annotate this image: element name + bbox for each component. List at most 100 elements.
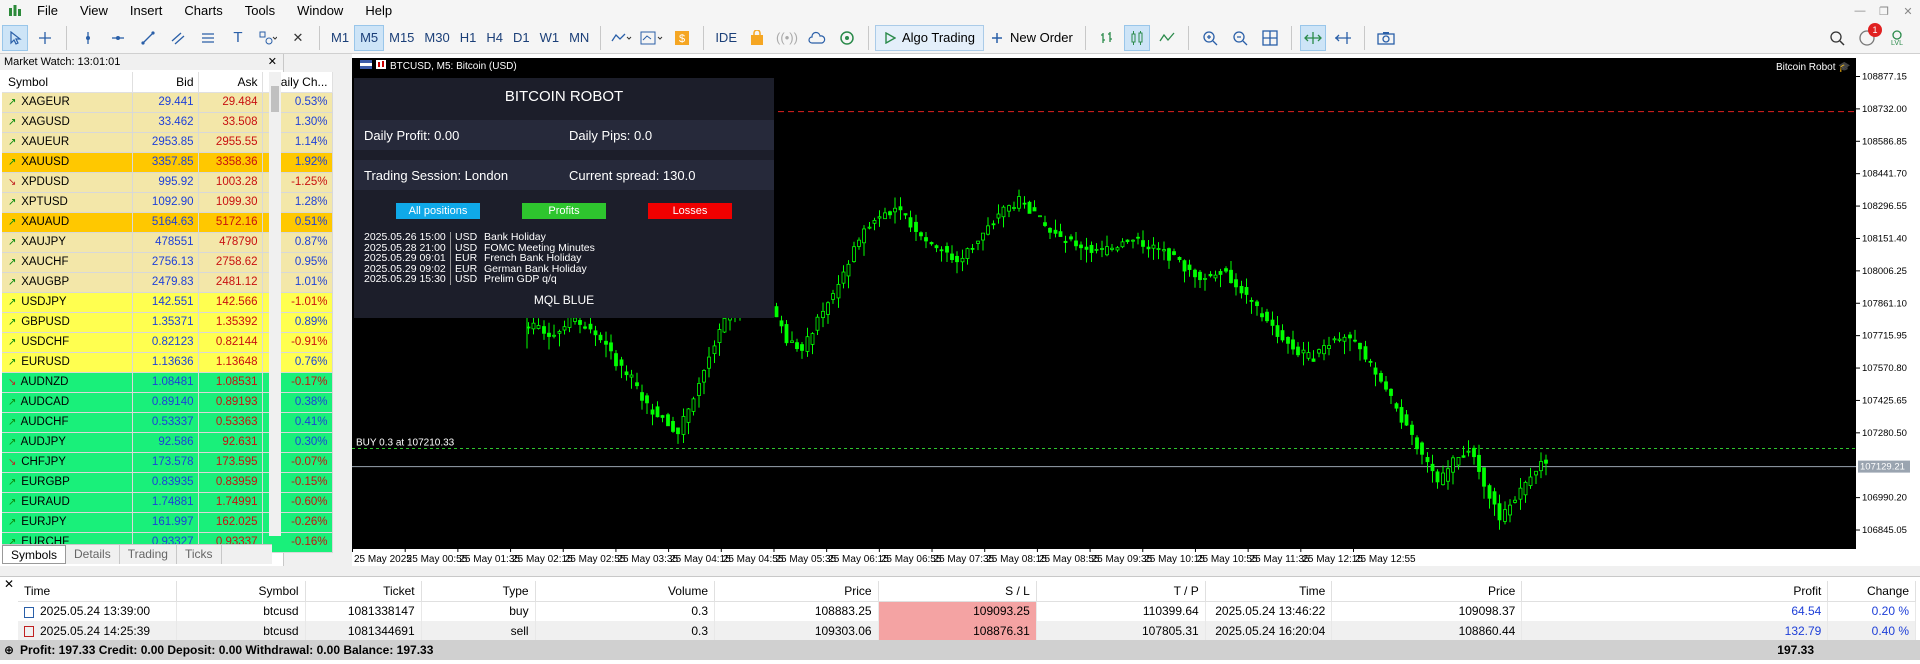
close-icon[interactable]: ✕ [268, 54, 277, 70]
symbol-row[interactable]: ↘ CHFJPY 173.578 173.595 -0.07% [2, 452, 333, 473]
symbol-row[interactable]: ↗ EURJPY 161.997 162.025 -0.26% [2, 512, 333, 533]
column-header[interactable]: Price [714, 581, 879, 602]
notification-icon[interactable]: 1 [1854, 23, 1882, 51]
menu-tools[interactable]: Tools [234, 0, 286, 22]
tab-ticks[interactable]: Ticks [177, 545, 222, 564]
close-icon[interactable]: ✕ [1896, 0, 1920, 22]
column-header[interactable]: Symbol [2, 72, 133, 93]
ide-button[interactable]: IDE [710, 25, 742, 51]
timeframe-mn[interactable]: MN [564, 25, 594, 51]
zoom-out-icon[interactable] [1227, 25, 1253, 51]
time-axis[interactable]: 25 May 2025 25 May 00:55 25 May 01:35 25 Ma… [352, 549, 1856, 566]
close-chart-icon[interactable]: ✕ [285, 25, 311, 51]
cursor-tool-icon[interactable] [2, 24, 28, 51]
symbol-row[interactable]: ↘ XPDUSD 995.92 1003.28 -1.25% [2, 172, 333, 193]
trend-line-icon[interactable] [135, 25, 161, 51]
search-icon[interactable] [1824, 25, 1850, 51]
tab-details[interactable]: Details [66, 545, 120, 564]
auto-scroll-icon[interactable] [1299, 24, 1326, 51]
trade-row[interactable]: 2025.05.24 14:25:39 btcusd 1081344691 sell 0… [18, 621, 1916, 641]
losses-button[interactable]: Losses [648, 203, 732, 219]
price-axis[interactable]: 108877.15 108732.00 108586.85 108441.70 1082… [1856, 54, 1920, 549]
scrollbar-thumb[interactable] [271, 86, 279, 112]
restore-icon[interactable]: ❐ [1872, 0, 1896, 22]
indicators-icon[interactable] [609, 25, 635, 51]
symbol-row[interactable]: ↗ XAUJPY 478551 478790 0.87% [2, 232, 333, 253]
all-positions-button[interactable]: All positions [396, 203, 480, 219]
shapes-tool-icon[interactable] [255, 25, 281, 51]
timeframe-d1[interactable]: D1 [508, 25, 535, 51]
minimize-icon[interactable]: — [1848, 0, 1872, 22]
fibonacci-icon[interactable] [195, 25, 221, 51]
column-header[interactable]: S / L [878, 581, 1037, 602]
tab-symbols[interactable]: Symbols [2, 545, 67, 564]
vps-cloud-icon[interactable] [804, 25, 830, 51]
column-header[interactable]: Price [1331, 581, 1523, 602]
algo-trading-button[interactable]: Algo Trading [874, 24, 984, 51]
zoom-in-icon[interactable] [1197, 25, 1223, 51]
symbol-row[interactable]: ↗ USDCHF 0.82123 0.82144 -0.91% [2, 332, 333, 353]
dollar-icon[interactable]: $ [669, 25, 695, 51]
horizontal-line-icon[interactable] [105, 25, 131, 51]
symbol-row[interactable]: ↗ AUDCAD 0.89140 0.89193 0.38% [2, 392, 333, 413]
community-icon[interactable] [834, 25, 860, 51]
column-header[interactable]: Profit [1521, 581, 1829, 602]
symbol-row[interactable]: ↗ XAUGBP 2479.83 2481.12 1.01% [2, 272, 333, 293]
timeframe-m5[interactable]: M5 [354, 24, 385, 51]
column-header[interactable]: Symbol [176, 581, 306, 602]
column-header[interactable]: Ticket [305, 581, 422, 602]
tile-windows-icon[interactable] [1257, 25, 1283, 51]
menu-help[interactable]: Help [354, 0, 403, 22]
text-tool-icon[interactable]: T [225, 25, 251, 51]
symbol-row[interactable]: ↗ AUDJPY 92.586 92.631 0.30% [2, 432, 333, 453]
symbol-row[interactable]: ↗ EURUSD 1.13636 1.13648 0.76% [2, 352, 333, 373]
symbol-row[interactable]: ↗ USDJPY 142.551 142.566 -1.01% [2, 292, 333, 313]
column-header[interactable]: Ask [198, 72, 263, 93]
market-bag-icon[interactable] [744, 25, 770, 51]
column-header[interactable]: Time [1205, 581, 1333, 602]
timeframe-m15[interactable]: M15 [384, 25, 419, 51]
crosshair-tool-icon[interactable] [32, 25, 58, 51]
timeframe-m1[interactable]: M1 [326, 25, 354, 51]
channel-line-icon[interactable] [165, 25, 191, 51]
symbol-row[interactable]: ↗ XAUEUR 2953.85 2955.55 1.14% [2, 132, 333, 153]
symbol-row[interactable]: ↗ EURAUD 1.74881 1.74991 -0.60% [2, 492, 333, 513]
candlestick-chart-icon[interactable] [1123, 24, 1150, 51]
screenshot-camera-icon[interactable] [1373, 25, 1399, 51]
symbol-row[interactable]: ↗ XAUCHF 2756.13 2758.62 0.95% [2, 252, 333, 273]
symbol-row[interactable]: ↗ AUDCHF 0.53337 0.53363 0.41% [2, 412, 333, 433]
symbol-row[interactable]: ↗ XAUUSD 3357.85 3358.36 1.92% [2, 152, 333, 173]
column-header[interactable]: Change [1827, 581, 1916, 602]
profits-button[interactable]: Profits [522, 203, 606, 219]
menu-file[interactable]: File [26, 0, 69, 22]
signal-icon[interactable]: ((•)) [774, 25, 800, 51]
menu-view[interactable]: View [69, 0, 119, 22]
timeframe-m30[interactable]: M30 [419, 25, 454, 51]
trade-row[interactable]: 2025.05.24 13:39:00 btcusd 1081338147 buy 0.… [18, 601, 1916, 621]
symbol-row[interactable]: ↗ XPTUSD 1092.90 1099.30 1.28% [2, 192, 333, 213]
bar-chart-icon[interactable] [1094, 25, 1120, 51]
symbol-row[interactable]: ↗ EURGBP 0.83935 0.83959 -0.15% [2, 472, 333, 493]
profile-level-icon[interactable]: LVL [1884, 25, 1910, 51]
templates-icon[interactable] [639, 25, 665, 51]
column-header[interactable]: Type [421, 581, 536, 602]
timeframe-h4[interactable]: H4 [481, 25, 508, 51]
symbol-row[interactable]: ↗ XAUAUD 5164.63 5172.16 0.51% [2, 212, 333, 233]
column-header[interactable]: Bid [132, 72, 199, 93]
line-chart-icon[interactable] [1154, 25, 1180, 51]
symbol-row[interactable]: ↗ XAGUSD 33.462 33.508 1.30% [2, 112, 333, 133]
chart-shift-icon[interactable] [1330, 25, 1356, 51]
tab-trading[interactable]: Trading [120, 545, 177, 564]
column-header[interactable]: T / P [1036, 581, 1206, 602]
menu-charts[interactable]: Charts [173, 0, 233, 22]
symbol-row[interactable]: ↗ XAGEUR 29.441 29.484 0.53% [2, 92, 333, 113]
column-header[interactable]: Volume [535, 581, 716, 602]
symbol-row[interactable]: ↘ AUDNZD 1.08481 1.08531 -0.17% [2, 372, 333, 393]
close-icon[interactable]: ✕ [4, 577, 14, 591]
timeframe-h1[interactable]: H1 [455, 25, 482, 51]
timeframe-w1[interactable]: W1 [535, 25, 565, 51]
expand-icon[interactable]: ⊕ [4, 643, 14, 657]
vertical-line-icon[interactable] [75, 25, 101, 51]
symbol-row[interactable]: ↗ GBPUSD 1.35371 1.35392 0.89% [2, 312, 333, 333]
new-order-button[interactable]: New Order [984, 25, 1079, 51]
